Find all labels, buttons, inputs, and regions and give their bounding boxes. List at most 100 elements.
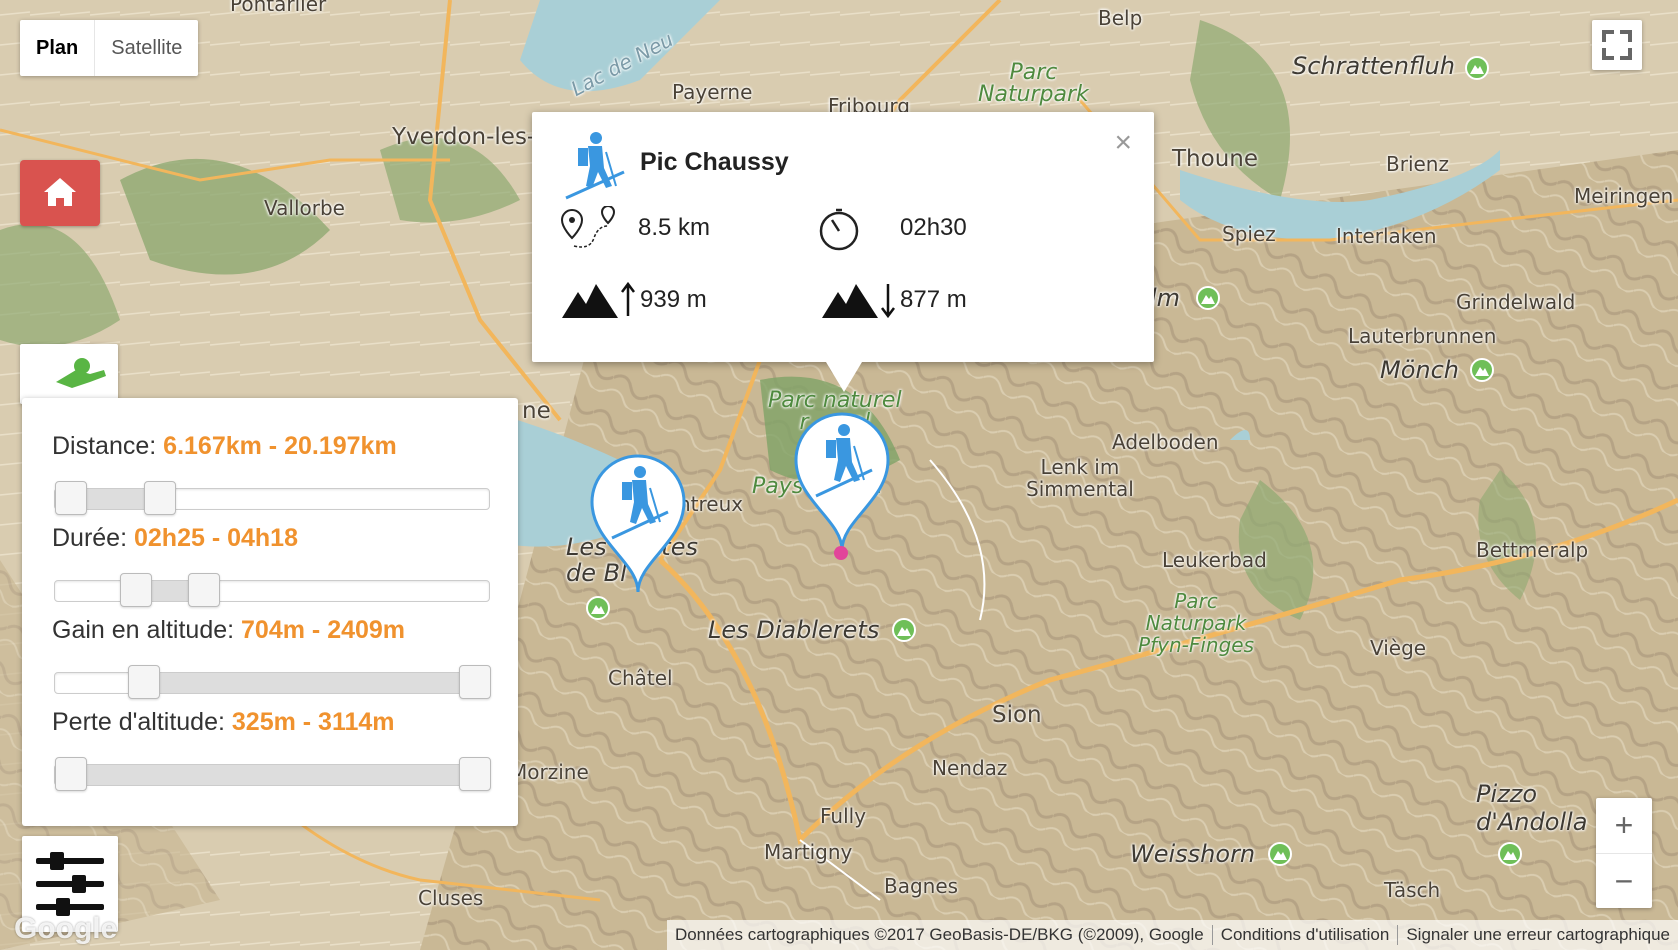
label-diablerets: Les Diablerets bbox=[708, 616, 880, 644]
map-type-control: Plan Satellite bbox=[20, 20, 199, 76]
label-morzine: Morzine bbox=[510, 760, 589, 784]
peak-icon bbox=[1465, 56, 1489, 80]
label-belp: Belp bbox=[1098, 6, 1143, 30]
label-pizzo: Pizzo d'Andolla bbox=[1476, 780, 1588, 836]
label-tasch: Täsch bbox=[1384, 878, 1441, 902]
popup-descent: 877 m bbox=[900, 286, 967, 313]
label-cluses: Cluses bbox=[418, 886, 484, 910]
label-bagnes: Bagnes bbox=[884, 874, 959, 898]
attribution-data: Données cartographiques ©2017 GeoBasis-D… bbox=[674, 925, 1204, 944]
filter-duration-value: 02h25 - 04h18 bbox=[134, 524, 298, 552]
zoom-in-button[interactable]: + bbox=[1596, 798, 1652, 854]
filter-panel: Distance: 6.167km - 20.197km Durée: 02h2… bbox=[22, 398, 518, 826]
home-button[interactable] bbox=[20, 160, 100, 226]
filter-loss-value: 325m - 3114m bbox=[231, 708, 395, 736]
popup-close-button[interactable]: × bbox=[1114, 126, 1132, 160]
fullscreen-icon bbox=[1602, 30, 1632, 60]
peak-icon bbox=[586, 596, 610, 620]
slider-range bbox=[142, 673, 474, 693]
peak-icon bbox=[1268, 842, 1292, 866]
label-viege: Viège bbox=[1370, 636, 1427, 660]
route-point bbox=[834, 546, 848, 560]
slider-handle-min[interactable] bbox=[55, 481, 87, 515]
label-yverdon: Yverdon-les- bbox=[392, 124, 536, 150]
peak-icon bbox=[1498, 842, 1522, 866]
popup-ascent: 939 m bbox=[640, 286, 707, 313]
label-meiringen: Meiringen bbox=[1574, 184, 1674, 208]
filter-gain-label: Gain en altitude: bbox=[52, 616, 235, 644]
slider-handle-max[interactable] bbox=[459, 757, 491, 791]
label-spiez: Spiez bbox=[1222, 222, 1276, 246]
label-thoune: Thoune bbox=[1172, 146, 1259, 172]
map-type-satellite[interactable]: Satellite bbox=[95, 20, 198, 76]
gain-slider[interactable] bbox=[54, 665, 491, 699]
filter-distance-label: Distance: bbox=[52, 432, 157, 460]
label-chatel: Châtel bbox=[608, 666, 673, 690]
activity-type-button[interactable] bbox=[20, 344, 118, 404]
label-martigny: Martigny bbox=[764, 840, 853, 864]
filter-gain-value: 704m - 2409m bbox=[241, 616, 406, 644]
distance-icon bbox=[560, 206, 616, 248]
label-sion: Sion bbox=[992, 702, 1042, 728]
label-payerne: Payerne bbox=[672, 80, 753, 104]
map-attribution: Données cartographiques ©2017 GeoBasis-D… bbox=[666, 920, 1678, 950]
google-logo: Google bbox=[14, 912, 118, 945]
label-fully: Fully bbox=[820, 804, 867, 828]
report-error-link[interactable]: Signaler une erreur cartographique bbox=[1397, 925, 1678, 945]
distance-slider[interactable] bbox=[54, 481, 490, 515]
label-monch: Mönch bbox=[1380, 356, 1460, 384]
peak-icon bbox=[1196, 286, 1220, 310]
label-park-gantrisch: Parc Naturpark bbox=[978, 60, 1089, 107]
label-vallorbe: Vallorbe bbox=[264, 196, 345, 220]
filter-distance-row: Distance: 6.167km - 20.197km bbox=[52, 432, 397, 461]
terms-link[interactable]: Conditions d'utilisation bbox=[1211, 925, 1398, 945]
popup-duration: 02h30 bbox=[900, 214, 967, 241]
loss-slider[interactable] bbox=[54, 757, 491, 791]
ski-touring-marker-selected[interactable] bbox=[792, 410, 892, 557]
label-nendaz: Nendaz bbox=[932, 756, 1008, 780]
label-weisshorn: Weisshorn bbox=[1130, 840, 1256, 868]
label-leukerbad: Leukerbad bbox=[1162, 548, 1267, 572]
slider-handle-min[interactable] bbox=[55, 757, 87, 791]
ski-touring-icon bbox=[565, 132, 625, 200]
label-lauterbrunnen: Lauterbrunnen bbox=[1348, 324, 1497, 348]
filter-loss-label: Perte d'altitude: bbox=[52, 708, 225, 736]
duration-slider[interactable] bbox=[54, 573, 490, 607]
ascent-icon bbox=[562, 281, 635, 318]
filter-gain-row: Gain en altitude: 704m - 2409m bbox=[52, 616, 405, 645]
peak-icon bbox=[892, 618, 916, 642]
slider-handle-max[interactable] bbox=[459, 665, 491, 699]
label-bettmeralp: Bettmeralp bbox=[1476, 538, 1589, 562]
label-brienz: Brienz bbox=[1386, 152, 1449, 176]
slider-handle-min[interactable] bbox=[127, 665, 160, 699]
home-icon bbox=[44, 178, 76, 206]
peak-icon bbox=[1470, 358, 1494, 382]
label-park-pfyn: Parc Naturpark Pfyn-Finges bbox=[1138, 589, 1254, 657]
descent-icon bbox=[822, 284, 895, 319]
slider-handle-min[interactable] bbox=[119, 573, 152, 607]
label-lenk: Lenk im Simmental bbox=[1026, 455, 1134, 501]
hiker-icon bbox=[56, 358, 106, 388]
filter-duration-row: Durée: 02h25 - 04h18 bbox=[52, 524, 298, 553]
popup-distance: 8.5 km bbox=[638, 214, 711, 241]
slider-range bbox=[70, 765, 474, 785]
ski-touring-marker[interactable] bbox=[588, 452, 688, 599]
label-grindelwald: Grindelwald bbox=[1456, 290, 1576, 314]
label-schrattenfluh: Schrattenfluh bbox=[1292, 52, 1455, 80]
zoom-out-button[interactable]: − bbox=[1596, 854, 1652, 909]
label-lm: lm bbox=[1150, 284, 1181, 312]
label-lausanne: ne bbox=[522, 398, 551, 424]
label-interlaken: Interlaken bbox=[1336, 224, 1437, 248]
label-adelboden: Adelboden bbox=[1112, 430, 1219, 454]
map-type-plan[interactable]: Plan bbox=[20, 20, 96, 76]
timer-icon bbox=[819, 208, 859, 251]
route-info-popup: × Pic Chaussy 8.5 km 02h30 939 m 877 m bbox=[532, 112, 1154, 392]
filter-duration-label: Durée: bbox=[52, 524, 128, 552]
fullscreen-button[interactable] bbox=[1592, 20, 1642, 70]
popup-title: Pic Chaussy bbox=[640, 148, 789, 176]
slider-handle-max[interactable] bbox=[188, 573, 221, 607]
filter-distance-value: 6.167km - 20.197km bbox=[163, 432, 397, 460]
label-pontarlier: Pontarlier bbox=[230, 0, 327, 16]
slider-handle-max[interactable] bbox=[143, 481, 176, 515]
filter-loss-row: Perte d'altitude: 325m - 3114m bbox=[52, 708, 395, 737]
